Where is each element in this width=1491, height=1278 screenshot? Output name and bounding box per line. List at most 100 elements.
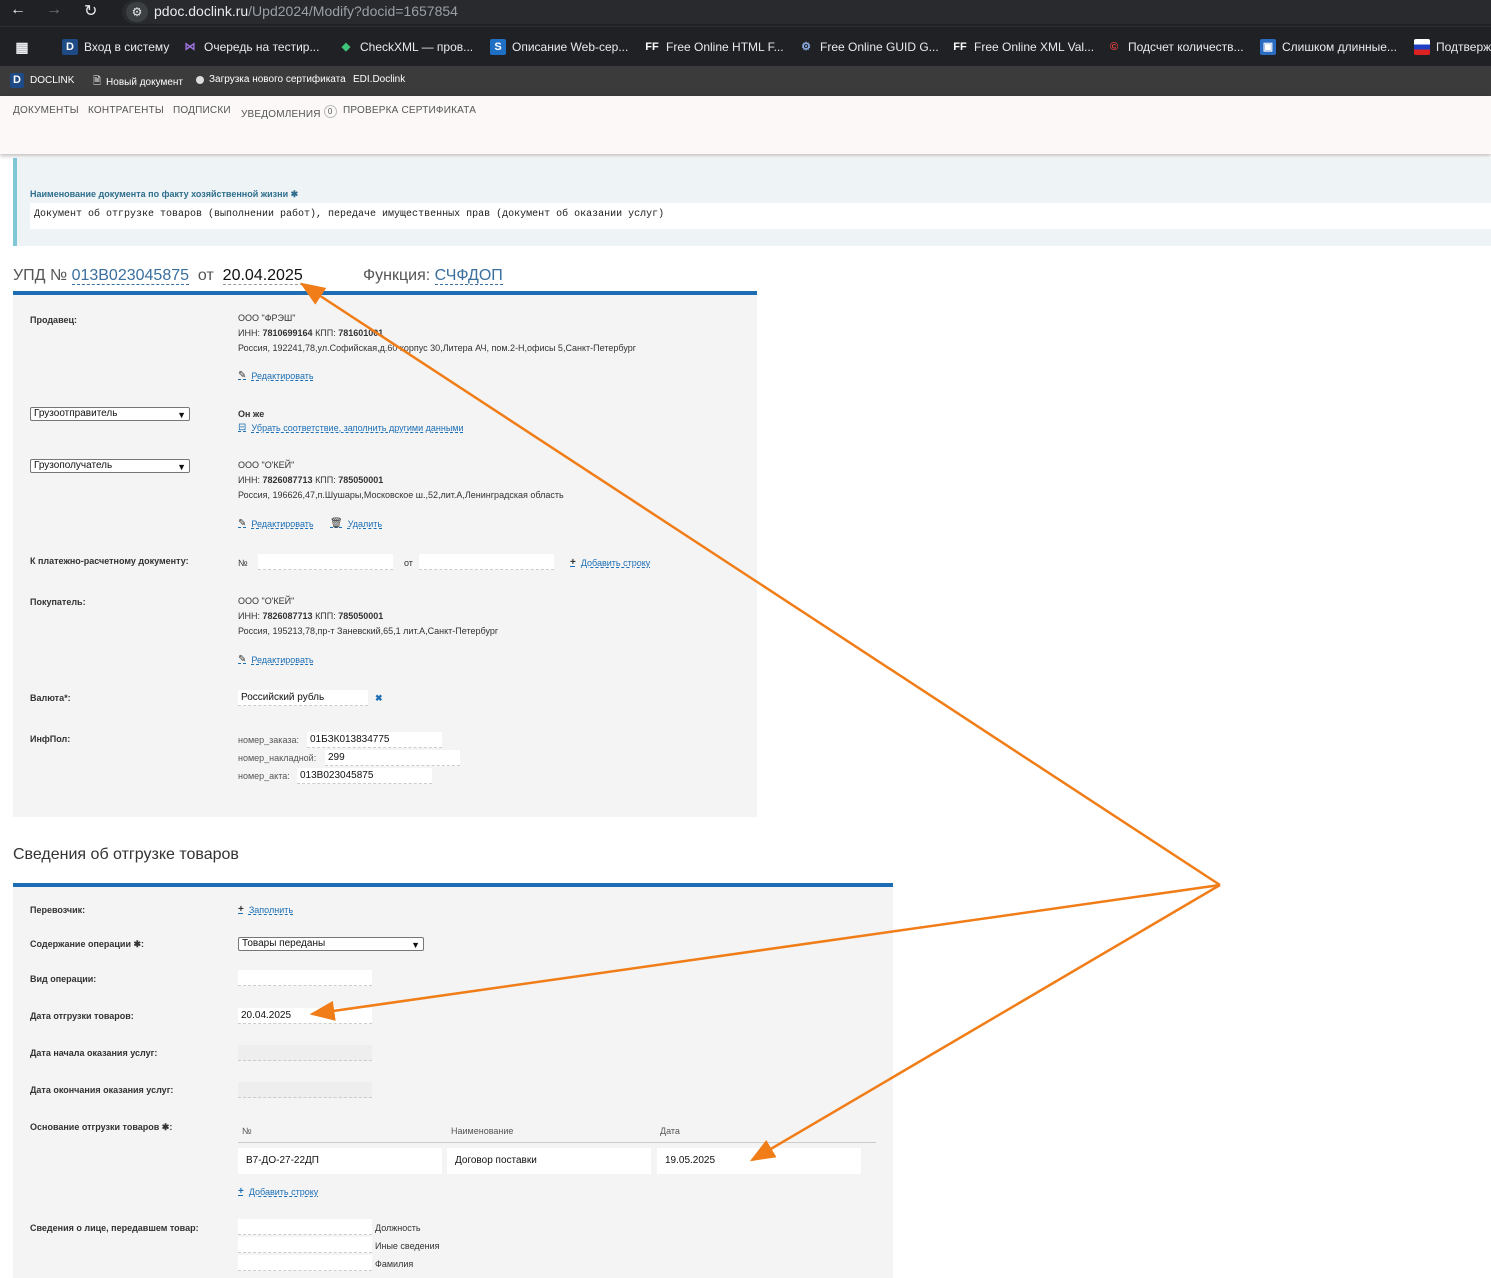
service-start-label: Дата начала оказания услуг: (30, 1048, 158, 1058)
service-end-input[interactable] (238, 1082, 372, 1098)
chevron-down-icon: ▼ (177, 410, 186, 420)
ship-date-label: Дата отгрузки товаров: (30, 1011, 134, 1021)
forward-arrow-icon[interactable]: → (46, 1, 62, 19)
consignee-info: ООО "О'КЕЙ" ИНН: 7826087713 КПП: 7850500… (238, 460, 564, 500)
pencil-icon: ✎ (238, 370, 247, 381)
carrier-label: Перевозчик: (30, 905, 86, 915)
shipper-select[interactable]: Грузоотправитель ▼ (30, 407, 190, 421)
payment-doc-add-row[interactable]: + Добавить строку (570, 557, 650, 568)
buyer-info: ООО "О'КЕЙ" ИНН: 7826087713 КПП: 7850500… (238, 596, 499, 636)
payment-doc-number-input[interactable] (258, 554, 393, 570)
basis-add-row[interactable]: + Добавить строку (238, 1186, 318, 1197)
nav-subscriptions[interactable]: ПОДПИСКИ (173, 105, 231, 116)
bookmark-8[interactable]: © Подсчет количеств... (1106, 39, 1244, 55)
bookmark-3[interactable]: ◆ CheckXML — пров... (338, 39, 473, 55)
new-document-link[interactable]: 🗎 Новый документ (93, 74, 183, 91)
nav-check-certificate[interactable]: ПРОВЕРКА СЕРТИФИКАТА (343, 105, 476, 116)
bookmark-1[interactable]: D Вход в систему (62, 39, 169, 55)
bookmark-10[interactable]: Подтверж (1414, 39, 1491, 55)
bookmark-9[interactable]: ▣ Слишком длинные... (1260, 39, 1397, 55)
act-number-input[interactable]: 013В023045875 (297, 768, 432, 784)
basis-col-name: Наименование (451, 1126, 514, 1136)
notifications-badge: 0 (323, 105, 337, 118)
nav-notifications[interactable]: УВЕДОМЛЕНИЯ 0 (241, 105, 337, 120)
function-value[interactable]: СЧФДОП (434, 267, 503, 285)
buyer-edit-link[interactable]: ✎ Редактировать (238, 654, 314, 665)
shipper-same: Он же (238, 409, 265, 419)
copyright-icon: © (1109, 41, 1119, 53)
position-input[interactable] (238, 1219, 372, 1235)
url-host: pdoc.doclink.ru (154, 3, 249, 19)
nav-counterparties[interactable]: КОНТРАГЕНТЫ (88, 105, 164, 116)
bookmark-4[interactable]: S Описание Web-сер... (490, 39, 628, 55)
window-icon: ▣ (1260, 39, 1276, 55)
shipment-section-title: Сведения об отгрузке товаров (13, 846, 239, 863)
infpol-label: ИнфПол: (30, 734, 71, 744)
service-start-input[interactable] (238, 1045, 372, 1061)
clear-icon[interactable]: ✖ (375, 693, 383, 704)
plus-icon: + (570, 557, 576, 568)
doclink-logo[interactable]: D DOCLINK (10, 73, 74, 88)
currency-input[interactable]: Российский рубль (238, 690, 368, 706)
pencil-icon: ✎ (238, 654, 247, 665)
certificate-icon (196, 75, 204, 84)
upd-number[interactable]: 013В023045875 (71, 267, 190, 285)
buyer-label: Покупатель: (30, 597, 86, 607)
reload-icon[interactable]: ↻ (84, 1, 97, 21)
url-path: /Upd2024/Modify?docid=1657854 (248, 3, 458, 19)
basis-name-cell[interactable]: Договор поставки (447, 1148, 651, 1174)
shipment-panel (13, 887, 893, 1278)
minus-square-icon: ⊟ (238, 422, 247, 433)
doclink-icon: D (62, 39, 78, 55)
consignee-delete-link[interactable]: 🗑 Удалить (330, 518, 382, 529)
payment-doc-date-input[interactable] (419, 554, 554, 570)
basis-date-cell[interactable]: 19.05.2025 (657, 1148, 861, 1174)
plus-icon: + (238, 904, 244, 915)
other-info-input[interactable] (238, 1237, 372, 1253)
document-name-label: Наименование документа по факту хозяйств… (30, 189, 299, 199)
back-arrow-icon[interactable]: ← (10, 1, 26, 19)
operation-select[interactable]: Товары переданы ▼ (238, 937, 424, 951)
consignee-edit-link[interactable]: ✎ Редактировать (238, 518, 314, 529)
invoice-number-input[interactable]: 299 (325, 750, 460, 766)
seller-edit-link[interactable]: ✎ Редактировать (238, 370, 314, 381)
seller-info: ООО "ФРЭШ" ИНН: 7810699164 КПП: 78160100… (238, 313, 637, 353)
ff-icon: FF (953, 41, 967, 53)
bookmark-6[interactable]: ⚙ Free Online GUID G... (798, 39, 939, 55)
document-name-block: Наименование документа по факту хозяйств… (13, 158, 1491, 246)
person-label: Сведения о лице, передавшем товар: (30, 1223, 199, 1233)
doclink-icon: D (10, 73, 24, 88)
operation-type-input[interactable] (238, 970, 372, 986)
site-settings-icon[interactable]: ⚙ (126, 2, 148, 22)
main-nav: ДОКУМЕНТЫ КОНТРАГЕНТЫ ПОДПИСКИ УВЕДОМЛЕН… (0, 96, 1491, 154)
upload-certificate-link[interactable]: Загрузка нового сертификата (196, 74, 346, 85)
carrier-fill-link[interactable]: + Заполнить (238, 904, 293, 915)
visualstudio-icon: ⋈ (184, 41, 196, 53)
plus-icon: + (238, 1186, 244, 1197)
edi-link[interactable]: EDI.Doclink (353, 74, 405, 85)
document-name-field[interactable]: Документ об отгрузке товаров (выполнении… (30, 203, 1491, 229)
surname-input[interactable] (238, 1255, 372, 1271)
ff-icon: FF (645, 41, 659, 53)
upd-function: Функция: СЧФДОП (363, 267, 503, 285)
nav-documents[interactable]: ДОКУМЕНТЫ (13, 105, 79, 116)
service-end-label: Дата окончания оказания услуг: (30, 1085, 174, 1095)
payment-doc-label: К платежно-расчетному документу: (30, 556, 189, 566)
shipper-remove-link[interactable]: ⊟ Убрать соответствие, заполнить другими … (238, 422, 464, 433)
bookmark-5[interactable]: FF Free Online HTML F... (644, 39, 783, 55)
consignee-select[interactable]: Грузополучатель ▼ (30, 459, 190, 473)
upd-date[interactable]: 20.04.2025 (222, 267, 303, 285)
basis-number-cell[interactable]: В7-ДО-27-22ДП (238, 1148, 442, 1174)
ship-date-input[interactable]: 20.04.2025 (238, 1008, 372, 1024)
bookmark-7[interactable]: FF Free Online XML Val... (952, 39, 1094, 55)
apps-grid-icon[interactable]: ▦ (14, 39, 30, 55)
pencil-icon: ✎ (238, 518, 247, 529)
checkxml-icon: ◆ (341, 41, 351, 53)
basis-table-divider (238, 1142, 876, 1143)
url-field[interactable]: ⚙ pdoc.doclink.ru/Upd2024/Modify?docid=1… (122, 0, 1491, 24)
order-number-input[interactable]: 01БЗК013834775 (307, 732, 442, 748)
bookmark-2[interactable]: ⋈ Очередь на тестир... (182, 39, 320, 55)
chevron-down-icon: ▼ (411, 940, 420, 950)
app-topbar: D DOCLINK 🗎 Новый документ Загрузка нового… (0, 66, 1491, 96)
web-service-icon: S (490, 39, 506, 55)
